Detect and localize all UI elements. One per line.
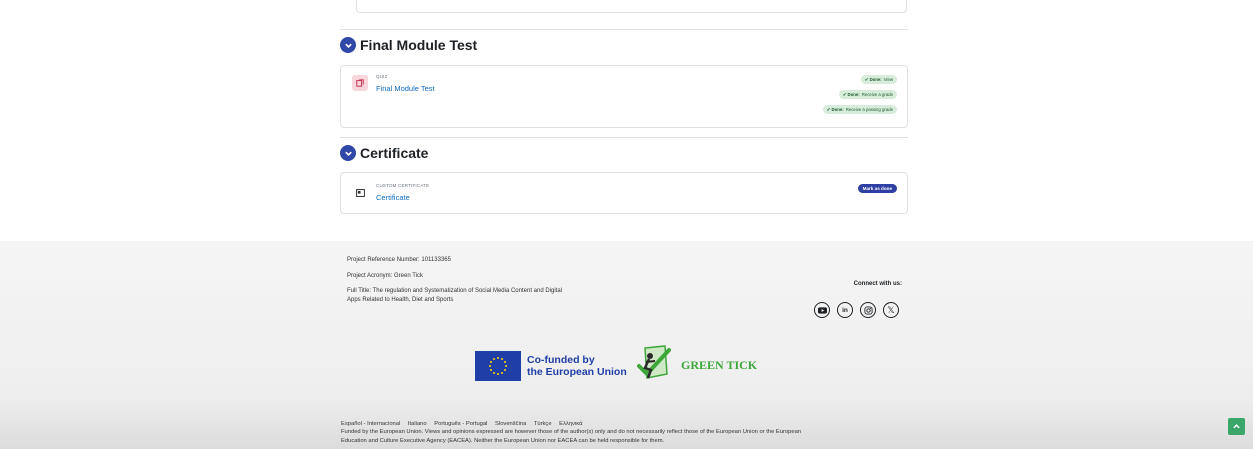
eu-cofunded-logo: Co-funded by the European Union [475,351,627,381]
green-tick-text: GREEN TICK [681,358,758,372]
completion-badge-view: ✔ Done: View [860,75,897,84]
green-tick-logo: GREEN TICK [633,344,757,387]
section-title: Certificate [360,145,429,161]
chevron-down-icon[interactable] [340,145,356,161]
quiz-icon [352,75,368,91]
green-tick-emblem-icon [633,344,673,387]
mark-as-done-button[interactable]: Mark as done [857,184,897,193]
project-full-title: Full Title: The regulation and Systemati… [347,288,563,303]
youtube-icon[interactable] [814,302,830,318]
x-icon[interactable]: 𝕏 [883,302,899,318]
completion-badge-grade: ✔ Done: Receive a grade [838,90,897,99]
language-link[interactable]: Italiano [408,421,427,427]
language-link[interactable]: Slovenščina [495,421,526,427]
linkedin-icon[interactable]: in [837,302,853,318]
project-reference: Project Reference Number: 101133365 [347,257,451,263]
section-header-final-module-test[interactable]: Final Module Test [340,37,477,53]
activity-link-final-module-test[interactable]: Final Module Test [376,84,435,93]
certificate-icon [352,185,368,201]
project-acronym: Project Acronym: Green Tick [347,273,424,279]
bottom-bar: Español - Internacional Italiano Portugu… [0,405,1253,449]
previous-activity-card [356,0,907,13]
activity-type-label: CUSTOM CERTIFICATE [376,183,430,188]
instagram-icon[interactable] [860,302,876,318]
section-title: Final Module Test [360,37,478,53]
activity-type-label: QUIZ [376,74,388,79]
language-link[interactable]: Ελληνικά [559,421,582,427]
section-header-certificate[interactable]: Certificate [340,145,428,161]
eu-flag-icon [475,351,521,381]
activity-card-certificate: CUSTOM CERTIFICATE Certificate Mark as d… [340,172,908,214]
chevron-up-icon [1233,424,1240,429]
language-link[interactable]: Português - Portugal [434,421,487,427]
eu-cofunded-text: Co-funded by the European Union [527,354,627,378]
connect-with-us-label: Connect with us: [853,281,902,287]
language-link[interactable]: Español - Internacional [341,421,400,427]
chevron-down-icon[interactable] [340,37,356,53]
activity-card-quiz: QUIZ Final Module Test ✔ Done: View ✔ Don… [340,65,908,128]
back-to-top-button[interactable] [1228,418,1245,435]
section-divider [340,29,908,30]
language-link[interactable]: Türkçe [534,421,552,427]
activity-link-certificate[interactable]: Certificate [376,193,410,202]
language-menu: Español - Internacional Italiano Portugu… [341,421,588,427]
completion-badge-passing-grade: ✔ Done: Receive a passing grade [822,105,897,114]
section-divider [340,137,908,138]
funding-disclaimer: Funded by the European Union. Views and … [341,429,802,444]
